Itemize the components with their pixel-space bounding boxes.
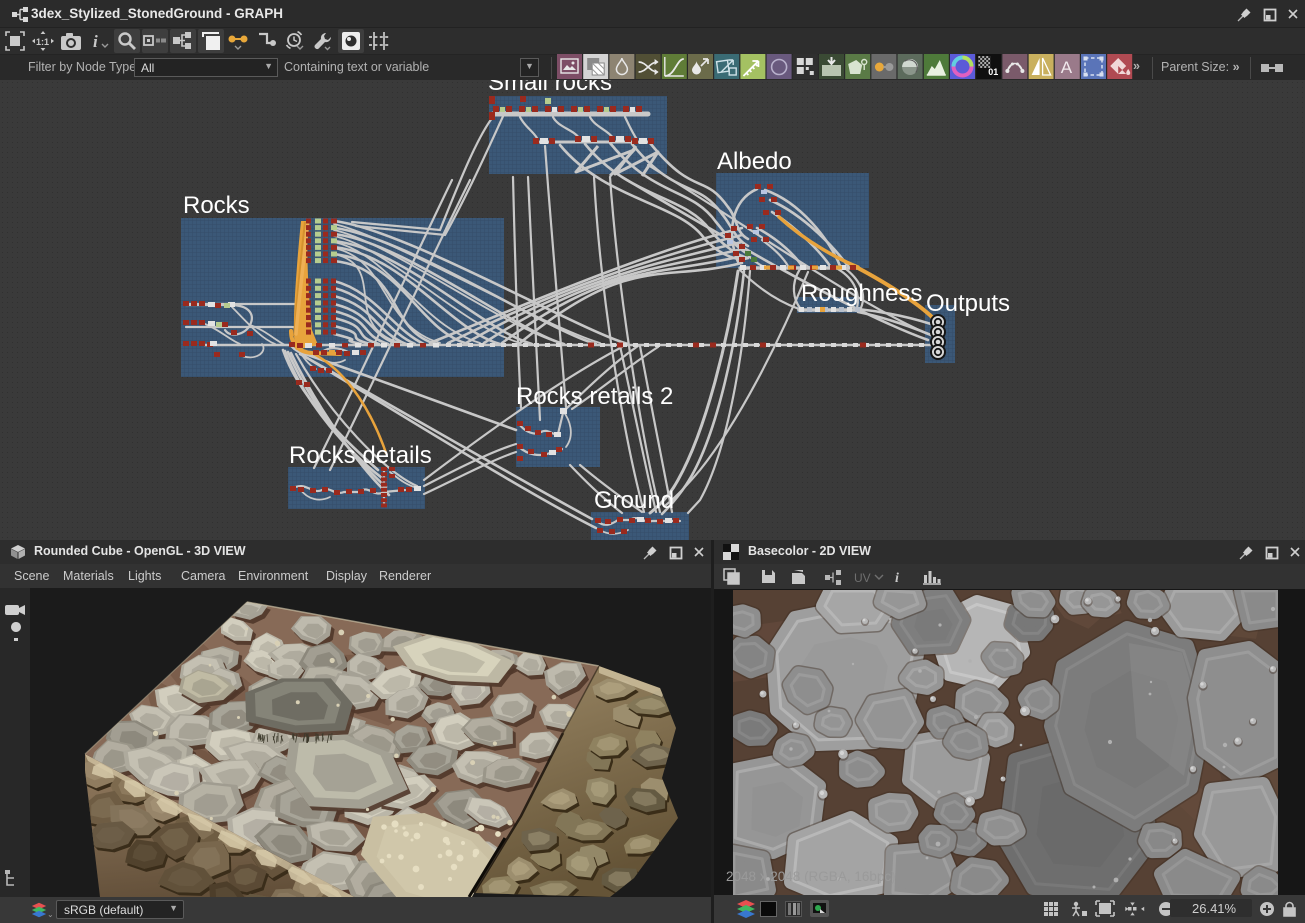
- svg-text:Small rocks: Small rocks: [488, 80, 612, 96]
- svg-text:UV: UV: [854, 571, 871, 585]
- svg-text:01: 01: [988, 67, 998, 77]
- svg-text:Ground: Ground: [594, 487, 674, 514]
- svg-text:Outputs: Outputs: [926, 290, 1010, 317]
- svg-text:i: i: [93, 32, 98, 51]
- svg-text:i: i: [895, 571, 899, 586]
- svg-text:A: A: [1061, 58, 1073, 77]
- svg-text:Rocks: Rocks: [183, 192, 250, 219]
- svg-text:Albedo: Albedo: [717, 148, 792, 175]
- svg-text:Rocks retails 2: Rocks retails 2: [516, 383, 673, 410]
- svg-text:Rocks details: Rocks details: [289, 442, 432, 469]
- svg-text:Roughness: Roughness: [801, 280, 922, 307]
- svg-text:1:1: 1:1: [36, 37, 49, 47]
